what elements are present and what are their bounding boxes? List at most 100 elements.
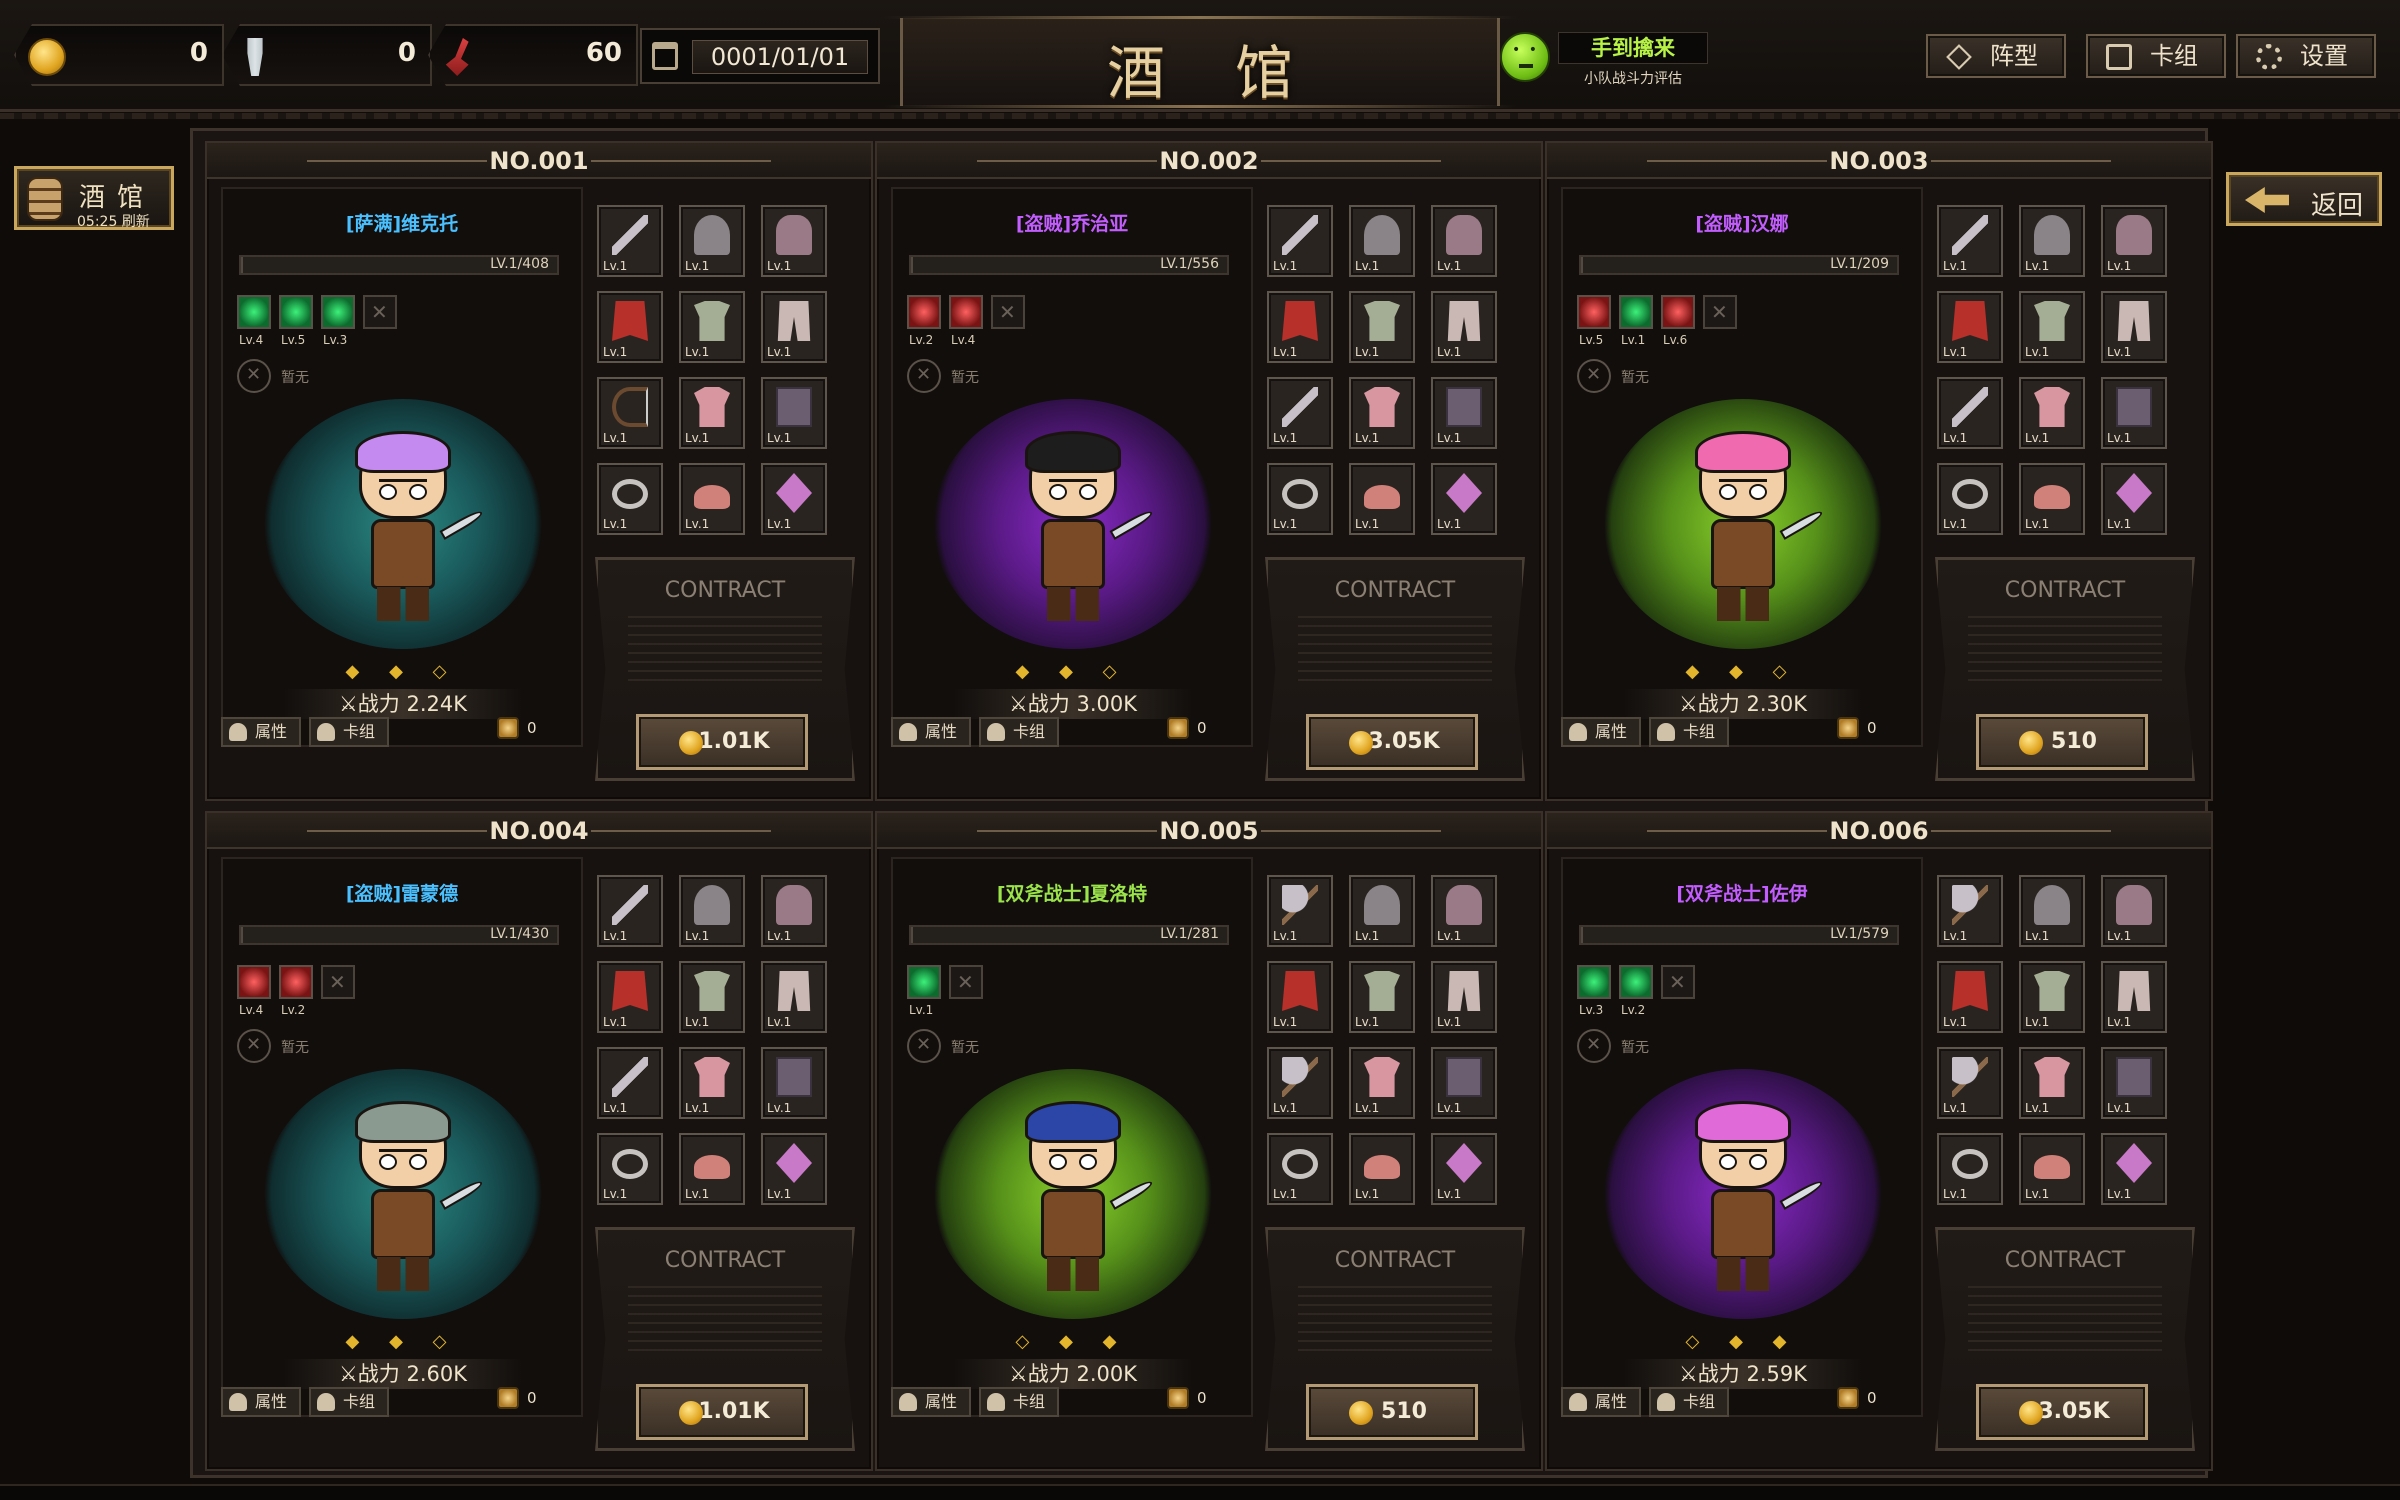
hero-deck-button[interactable]: 卡组 [309, 717, 389, 747]
skill-icon[interactable]: Lv.5 [279, 295, 313, 347]
equipment-slot-amulet[interactable]: Lv.1 [2101, 1133, 2167, 1205]
attributes-button[interactable]: 属性 [221, 717, 301, 747]
equipment-slot-shirt[interactable]: Lv.1 [1349, 1047, 1415, 1119]
equipment-slot-shoes[interactable]: Lv.1 [2019, 463, 2085, 535]
equipment-slot-pants[interactable]: Lv.1 [2101, 291, 2167, 363]
hero-portrait[interactable] [1603, 1069, 1883, 1319]
equipment-slot-pants[interactable]: Lv.1 [761, 291, 827, 363]
equipment-slot-sword[interactable]: Lv.1 [597, 1047, 663, 1119]
equipment-slot-helm[interactable]: Lv.1 [679, 875, 745, 947]
equipment-slot-shoes[interactable]: Lv.1 [1349, 1133, 1415, 1205]
equipment-slot-glove[interactable]: Lv.1 [761, 205, 827, 277]
attributes-button[interactable]: 属性 [221, 1387, 301, 1417]
equipment-slot-shoes[interactable]: Lv.1 [679, 463, 745, 535]
equipment-slot-ring[interactable]: Lv.1 [1937, 463, 2003, 535]
equipment-slot-helm[interactable]: Lv.1 [679, 205, 745, 277]
equipment-slot-cape[interactable]: Lv.1 [1267, 961, 1333, 1033]
equipment-slot-amulet[interactable]: Lv.1 [761, 1133, 827, 1205]
equipment-slot-ring[interactable]: Lv.1 [1937, 1133, 2003, 1205]
equipment-slot-sword[interactable]: Lv.1 [1267, 377, 1333, 449]
equipment-slot-pants[interactable]: Lv.1 [1431, 291, 1497, 363]
equipment-slot-armor[interactable]: Lv.1 [1349, 961, 1415, 1033]
equipment-slot-ring[interactable]: Lv.1 [1267, 463, 1333, 535]
equipment-slot-book[interactable]: Lv.1 [2101, 377, 2167, 449]
hero-portrait[interactable] [263, 1069, 543, 1319]
equipment-slot-glove[interactable]: Lv.1 [1431, 205, 1497, 277]
formation-button[interactable]: 阵型 [1926, 34, 2066, 78]
skill-icon[interactable]: Lv.4 [949, 295, 983, 347]
equipment-slot-amulet[interactable]: Lv.1 [2101, 463, 2167, 535]
equipment-slot-helm[interactable]: Lv.1 [2019, 205, 2085, 277]
hero-portrait[interactable] [1603, 399, 1883, 649]
hero-deck-button[interactable]: 卡组 [309, 1387, 389, 1417]
equipment-slot-helm[interactable]: Lv.1 [1349, 205, 1415, 277]
skill-icon[interactable]: Lv.4 [237, 295, 271, 347]
hire-button[interactable]: 510 [1306, 1384, 1478, 1440]
hero-portrait[interactable] [933, 399, 1213, 649]
skill-icon[interactable]: Lv.5 [1577, 295, 1611, 347]
equipment-slot-pants[interactable]: Lv.1 [761, 961, 827, 1033]
equipment-slot-book[interactable]: Lv.1 [2101, 1047, 2167, 1119]
equipment-slot-cape[interactable]: Lv.1 [1937, 961, 2003, 1033]
equipment-slot-pants[interactable]: Lv.1 [2101, 961, 2167, 1033]
equipment-slot-helm[interactable]: Lv.1 [2019, 875, 2085, 947]
equipment-slot-ring[interactable]: Lv.1 [597, 1133, 663, 1205]
equipment-slot-book[interactable]: Lv.1 [761, 1047, 827, 1119]
skill-icon[interactable]: Lv.1 [1619, 295, 1653, 347]
equipment-slot-sword[interactable]: Lv.1 [1267, 205, 1333, 277]
equipment-slot-cape[interactable]: Lv.1 [597, 291, 663, 363]
hero-deck-button[interactable]: 卡组 [979, 1387, 1059, 1417]
equipment-slot-sword[interactable]: Lv.1 [597, 875, 663, 947]
skill-icon[interactable]: Lv.2 [279, 965, 313, 1017]
equipment-slot-glove[interactable]: Lv.1 [1431, 875, 1497, 947]
equipment-slot-shirt[interactable]: Lv.1 [2019, 1047, 2085, 1119]
equipment-slot-armor[interactable]: Lv.1 [1349, 291, 1415, 363]
hero-portrait[interactable] [933, 1069, 1213, 1319]
equipment-slot-amulet[interactable]: Lv.1 [761, 463, 827, 535]
equipment-slot-sword[interactable]: Lv.1 [1937, 205, 2003, 277]
deck-button[interactable]: 卡组 [2086, 34, 2226, 78]
equipment-slot-pants[interactable]: Lv.1 [1431, 961, 1497, 1033]
tavern-tab-button[interactable]: 酒馆 05:25 刷新 [14, 166, 174, 230]
hero-deck-button[interactable]: 卡组 [1649, 717, 1729, 747]
equipment-slot-shoes[interactable]: Lv.1 [679, 1133, 745, 1205]
skill-icon[interactable]: Lv.6 [1661, 295, 1695, 347]
equipment-slot-amulet[interactable]: Lv.1 [1431, 463, 1497, 535]
hire-button[interactable]: 1.01K [636, 1384, 808, 1440]
attributes-button[interactable]: 属性 [1561, 717, 1641, 747]
equipment-slot-shirt[interactable]: Lv.1 [679, 377, 745, 449]
equipment-slot-sword[interactable]: Lv.1 [597, 205, 663, 277]
equipment-slot-bow[interactable]: Lv.1 [597, 377, 663, 449]
equipment-slot-book[interactable]: Lv.1 [1431, 377, 1497, 449]
hero-portrait[interactable] [263, 399, 543, 649]
equipment-slot-book[interactable]: Lv.1 [1431, 1047, 1497, 1119]
hero-deck-button[interactable]: 卡组 [1649, 1387, 1729, 1417]
hire-button[interactable]: 510 [1976, 714, 2148, 770]
skill-icon[interactable]: Lv.2 [1619, 965, 1653, 1017]
equipment-slot-axe[interactable]: Lv.1 [1267, 875, 1333, 947]
equipment-slot-shoes[interactable]: Lv.1 [2019, 1133, 2085, 1205]
attributes-button[interactable]: 属性 [891, 717, 971, 747]
hero-deck-button[interactable]: 卡组 [979, 717, 1059, 747]
equipment-slot-amulet[interactable]: Lv.1 [1431, 1133, 1497, 1205]
equipment-slot-ring[interactable]: Lv.1 [597, 463, 663, 535]
equipment-slot-ring[interactable]: Lv.1 [1267, 1133, 1333, 1205]
equipment-slot-armor[interactable]: Lv.1 [2019, 291, 2085, 363]
settings-button[interactable]: 设置 [2236, 34, 2376, 78]
equipment-slot-cape[interactable]: Lv.1 [1937, 291, 2003, 363]
equipment-slot-axe[interactable]: Lv.1 [1937, 875, 2003, 947]
attributes-button[interactable]: 属性 [891, 1387, 971, 1417]
hire-button[interactable]: 3.05K [1976, 1384, 2148, 1440]
hire-button[interactable]: 3.05K [1306, 714, 1478, 770]
equipment-slot-glove[interactable]: Lv.1 [2101, 205, 2167, 277]
equipment-slot-armor[interactable]: Lv.1 [679, 961, 745, 1033]
equipment-slot-sword[interactable]: Lv.1 [1937, 377, 2003, 449]
skill-icon[interactable]: Lv.2 [907, 295, 941, 347]
equipment-slot-axe[interactable]: Lv.1 [1267, 1047, 1333, 1119]
attributes-button[interactable]: 属性 [1561, 1387, 1641, 1417]
skill-icon[interactable]: Lv.3 [1577, 965, 1611, 1017]
skill-icon[interactable]: Lv.1 [907, 965, 941, 1017]
equipment-slot-cape[interactable]: Lv.1 [597, 961, 663, 1033]
equipment-slot-glove[interactable]: Lv.1 [761, 875, 827, 947]
equipment-slot-shirt[interactable]: Lv.1 [2019, 377, 2085, 449]
